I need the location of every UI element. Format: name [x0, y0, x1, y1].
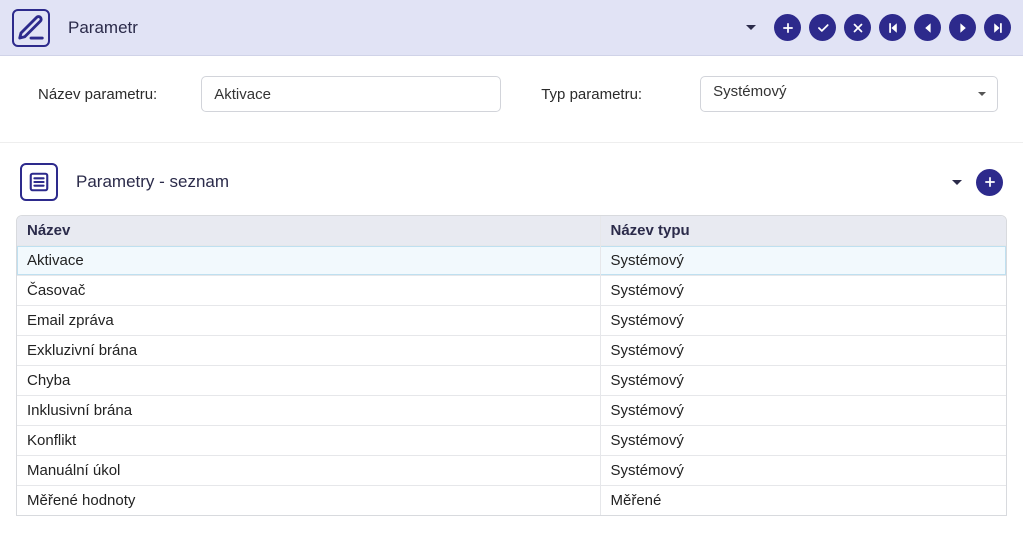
- cell-type: Systémový: [601, 276, 1007, 305]
- page-title: Parametr: [68, 18, 746, 38]
- cell-name: Časovač: [17, 276, 601, 305]
- cell-type: Systémový: [601, 366, 1007, 395]
- name-input[interactable]: [201, 76, 501, 112]
- table-row[interactable]: ChybaSystémový: [17, 366, 1006, 396]
- add-button[interactable]: [774, 14, 801, 41]
- col-header-type[interactable]: Název typu: [601, 216, 1007, 245]
- cell-name: Exkluzivní brána: [17, 336, 601, 365]
- edit-icon: [12, 9, 50, 47]
- name-label: Název parametru:: [38, 86, 157, 103]
- table-row[interactable]: Email zprávaSystémový: [17, 306, 1006, 336]
- header-bar: Parametr: [0, 0, 1023, 56]
- type-select[interactable]: Systémový: [700, 76, 998, 112]
- list-icon: [20, 163, 58, 201]
- cell-name: Aktivace: [17, 246, 601, 275]
- first-button[interactable]: [879, 14, 906, 41]
- cell-type: Systémový: [601, 336, 1007, 365]
- table-row[interactable]: Měřené hodnotyMěřené: [17, 486, 1006, 515]
- table-header-row: Název Název typu: [17, 216, 1006, 246]
- next-button[interactable]: [949, 14, 976, 41]
- cell-name: Chyba: [17, 366, 601, 395]
- cell-type: Systémový: [601, 306, 1007, 335]
- table-row[interactable]: Exkluzivní bránaSystémový: [17, 336, 1006, 366]
- header-actions: [746, 14, 1011, 41]
- list-header: Parametry - seznam: [16, 155, 1007, 215]
- list-section: Parametry - seznam Název Název typu Akti…: [0, 143, 1023, 516]
- cell-type: Systémový: [601, 456, 1007, 485]
- table-row[interactable]: KonfliktSystémový: [17, 426, 1006, 456]
- cell-name: Měřené hodnoty: [17, 486, 601, 515]
- cell-type: Systémový: [601, 426, 1007, 455]
- list-title: Parametry - seznam: [76, 172, 952, 192]
- col-header-name[interactable]: Název: [17, 216, 601, 245]
- cell-type: Systémový: [601, 246, 1007, 275]
- confirm-button[interactable]: [809, 14, 836, 41]
- cell-name: Inklusivní brána: [17, 396, 601, 425]
- list-menu-caret[interactable]: [952, 180, 962, 185]
- cell-name: Konflikt: [17, 426, 601, 455]
- form-group-name: Název parametru:: [38, 76, 501, 112]
- form-group-type: Typ parametru: Systémový: [541, 76, 998, 112]
- table-row[interactable]: AktivaceSystémový: [17, 246, 1006, 276]
- form-section: Název parametru: Typ parametru: Systémov…: [0, 56, 1023, 143]
- cancel-button[interactable]: [844, 14, 871, 41]
- cell-name: Manuální úkol: [17, 456, 601, 485]
- cell-name: Email zpráva: [17, 306, 601, 335]
- param-table: Název Název typu AktivaceSystémovýČasova…: [16, 215, 1007, 516]
- cell-type: Měřené: [601, 486, 1007, 515]
- table-row[interactable]: ČasovačSystémový: [17, 276, 1006, 306]
- cell-type: Systémový: [601, 396, 1007, 425]
- list-add-button[interactable]: [976, 169, 1003, 196]
- last-button[interactable]: [984, 14, 1011, 41]
- header-menu-caret[interactable]: [746, 25, 756, 30]
- table-row[interactable]: Manuální úkolSystémový: [17, 456, 1006, 486]
- type-label: Typ parametru:: [541, 86, 642, 103]
- table-row[interactable]: Inklusivní bránaSystémový: [17, 396, 1006, 426]
- prev-button[interactable]: [914, 14, 941, 41]
